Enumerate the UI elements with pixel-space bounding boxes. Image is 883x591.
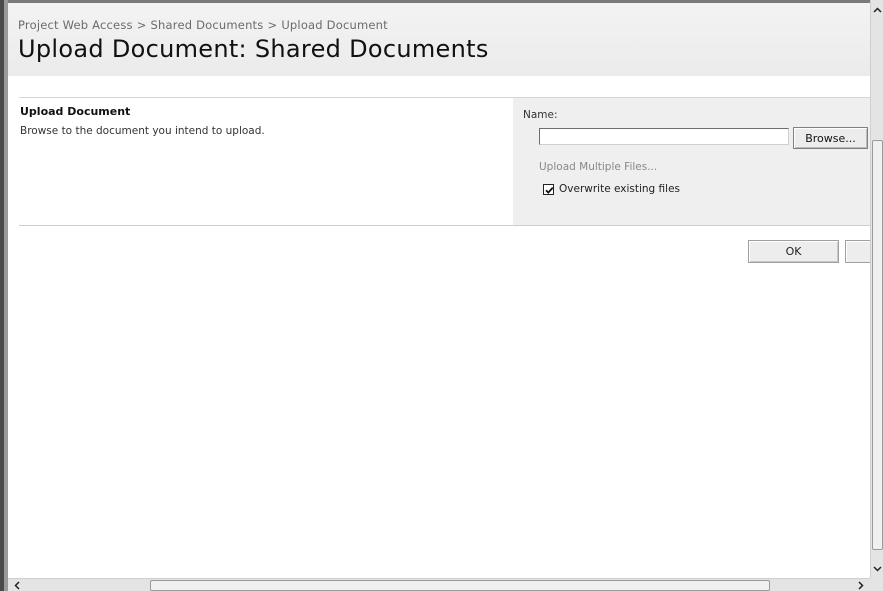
upload-multiple-files-link[interactable]: Upload Multiple Files...	[539, 161, 657, 173]
page-title: Upload Document: Shared Documents	[18, 35, 489, 63]
overwrite-option: Overwrite existing files	[543, 183, 680, 195]
scroll-up-arrow[interactable]	[871, 2, 883, 17]
breadcrumb-separator: >	[267, 18, 278, 32]
breadcrumb-separator: >	[136, 18, 147, 32]
horizontal-scroll-thumb[interactable]	[150, 580, 770, 591]
section-description: Browse to the document you intend to upl…	[20, 125, 265, 137]
scroll-right-arrow[interactable]	[854, 579, 868, 591]
scroll-left-arrow[interactable]	[10, 579, 24, 591]
section-title: Upload Document	[20, 105, 131, 118]
breadcrumb-item-upload-document: Upload Document	[281, 18, 388, 32]
window-left-edge	[0, 0, 8, 591]
chevron-up-icon	[873, 6, 882, 13]
scrollbar-corner	[870, 578, 883, 591]
horizontal-scrollbar[interactable]	[8, 578, 870, 591]
breadcrumb-item-project-web-access[interactable]: Project Web Access	[18, 18, 133, 32]
page-header: Project Web Access > Shared Documents > Uplo…	[8, 3, 870, 76]
vertical-scrollbar[interactable]	[870, 0, 883, 578]
chevron-down-icon	[873, 565, 882, 572]
breadcrumb-item-shared-documents[interactable]: Shared Documents	[151, 18, 264, 32]
breadcrumb: Project Web Access > Shared Documents > Uplo…	[18, 18, 388, 32]
vertical-scroll-thumb[interactable]	[872, 140, 883, 550]
scroll-down-arrow[interactable]	[871, 561, 883, 576]
checkmark-icon	[545, 186, 554, 194]
overwrite-checkbox[interactable]	[543, 183, 554, 195]
name-label: Name:	[523, 109, 558, 121]
section-info: Upload Document Browse to the document y…	[19, 98, 513, 225]
overwrite-label: Overwrite existing files	[559, 183, 681, 195]
chevron-left-icon	[14, 581, 20, 590]
browse-button[interactable]: Browse...	[793, 127, 868, 149]
file-name-input[interactable]	[539, 128, 789, 145]
upload-form-panel: Name: Browse... Upload Multiple Files...…	[513, 98, 870, 225]
chevron-right-icon	[858, 581, 864, 590]
ok-button[interactable]: OK	[748, 240, 839, 263]
browser-viewport: Project Web Access > Shared Documents > Uplo…	[0, 0, 883, 591]
section-bottom-divider	[19, 225, 870, 226]
